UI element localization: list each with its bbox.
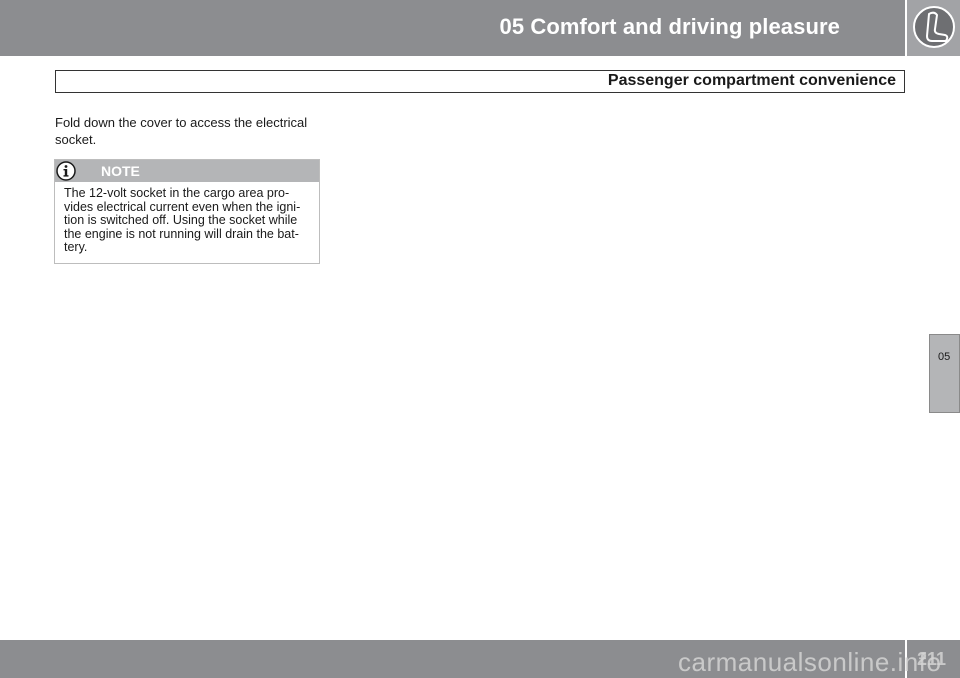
note-box: NOTE The 12-volt socket in the cargo are… bbox=[54, 159, 320, 264]
header-bar: 05 Comfort and driving pleasure bbox=[0, 0, 905, 56]
section-title: Passenger compartment convenience bbox=[607, 72, 896, 89]
note-text: The 12-volt socket in the cargo area pro… bbox=[64, 186, 301, 254]
note-header: NOTE bbox=[55, 160, 319, 182]
chapter-tab[interactable]: 05 bbox=[929, 334, 960, 413]
chapter-tab-label: 05 bbox=[938, 351, 951, 363]
watermark: carmanualsonline.info bbox=[678, 647, 942, 677]
seat-icon bbox=[913, 6, 955, 48]
note-label: NOTE bbox=[101, 163, 140, 179]
section-header: Passenger compartment convenience bbox=[55, 70, 905, 93]
info-icon bbox=[56, 161, 76, 181]
chapter-title: 05 Comfort and driving pleasure bbox=[499, 14, 840, 39]
intro-paragraph: Fold down the cover to access the electr… bbox=[55, 115, 308, 147]
header-icon-box bbox=[907, 0, 960, 56]
